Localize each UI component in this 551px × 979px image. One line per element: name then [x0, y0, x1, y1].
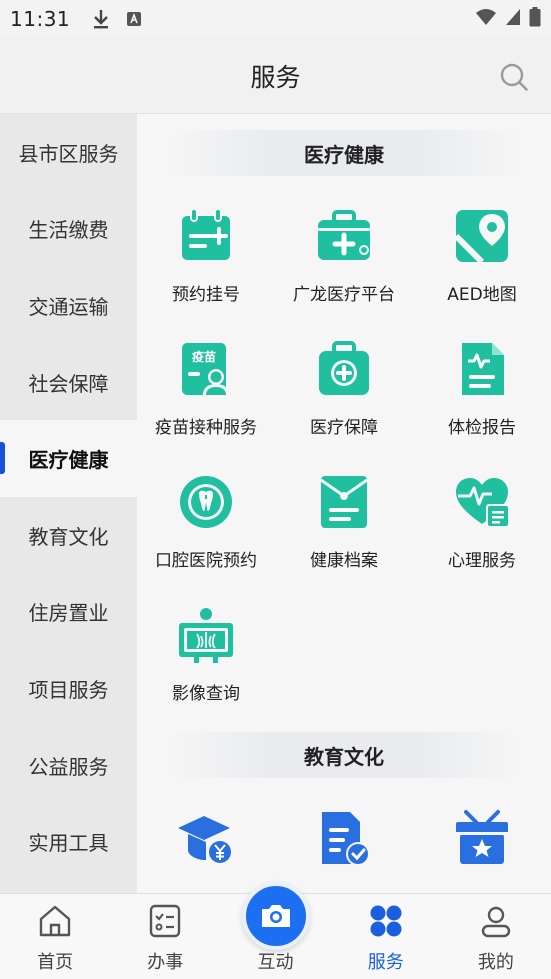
service-medical-insurance[interactable]: 医疗保障	[275, 331, 413, 464]
nav-label: 服务	[367, 952, 404, 973]
category-sidebar: 县市区服务 生活缴费 交通运输 社会保障 医疗健康 教育文化 住房置业 项目服务…	[0, 114, 137, 893]
nav-label: 互动	[257, 952, 294, 973]
sidebar-item-public-welfare[interactable]: 公益服务	[0, 727, 137, 804]
service-label: 预约挂号	[172, 285, 240, 305]
sidebar-item-label: 交通运输	[28, 294, 109, 319]
battery-icon	[529, 7, 541, 31]
status-time: 11:31	[10, 7, 71, 31]
sidebar-item-utility-payment[interactable]: 生活缴费	[0, 191, 137, 268]
sidebar-item-tools[interactable]: 实用工具	[0, 803, 137, 880]
service-label: 广龙医疗平台	[293, 285, 395, 305]
service-label: AED地图	[447, 285, 517, 305]
map-pin-icon	[452, 206, 512, 266]
report-pulse-icon	[452, 339, 512, 399]
camera-icon[interactable]	[241, 882, 310, 950]
sidebar-item-label: 实用工具	[28, 831, 109, 856]
nav-label: 我的	[477, 952, 514, 973]
gift-star-icon	[452, 808, 512, 868]
section-title-medical: 医疗健康	[168, 130, 520, 176]
nav-label: 办事	[147, 952, 184, 973]
service-label: 医疗保障	[310, 418, 378, 438]
service-label: 影像查询	[172, 684, 240, 704]
tooth-icon	[176, 472, 236, 532]
apps-icon	[367, 902, 405, 940]
vaccine-card-icon: 疫苗	[176, 339, 236, 399]
page-title: 服务	[250, 62, 301, 92]
nav-mine[interactable]: 我的	[441, 894, 551, 979]
service-psychological[interactable]: 心理服务	[413, 464, 551, 597]
sidebar-item-project-services[interactable]: 项目服务	[0, 650, 137, 727]
user-icon	[477, 902, 515, 940]
service-checkup-report[interactable]: 体检报告	[413, 331, 551, 464]
service-appointment-registration[interactable]: 预约挂号	[137, 198, 275, 331]
sidebar-item-county-services[interactable]: 县市区服务	[0, 114, 137, 191]
signal-icon	[505, 8, 521, 30]
sidebar-item-social-security[interactable]: 社会保障	[0, 344, 137, 421]
sidebar-item-label: 项目服务	[28, 677, 109, 702]
nav-home[interactable]: 首页	[0, 894, 110, 979]
first-aid-icon	[314, 339, 374, 399]
wifi-icon	[475, 8, 497, 30]
sidebar-item-label: 社会保障	[28, 371, 109, 396]
service-label: 体检报告	[448, 418, 516, 438]
service-imaging-query[interactable]: 影像查询	[137, 597, 275, 730]
section-title-education: 教育文化	[168, 732, 520, 778]
sidebar-item-label: 公益服务	[28, 754, 109, 779]
status-bar: 11:31	[0, 0, 551, 38]
nav-interact[interactable]: 互动	[220, 882, 330, 979]
sidebar-item-label: 教育文化	[28, 524, 109, 549]
sidebar-item-label: 县市区服务	[18, 141, 119, 166]
service-label: 疫苗接种服务	[155, 418, 257, 438]
service-label: 心理服务	[448, 551, 516, 571]
xray-icon	[176, 605, 236, 665]
sidebar-item-education-culture[interactable]: 教育文化	[0, 497, 137, 574]
sidebar-item-transport[interactable]: 交通运输	[0, 267, 137, 344]
calendar-plus-icon	[176, 206, 236, 266]
service-label: 健康档案	[310, 551, 378, 571]
nav-services[interactable]: 服务	[331, 894, 441, 979]
nav-affairs[interactable]: 办事	[110, 894, 220, 979]
medical-service-grid: 预约挂号 广龙医疗平台 AED地图 疫苗 疫苗接种服务 医疗保障 体检报告 口腔…	[137, 198, 551, 730]
graduation-cap-yen-icon	[176, 808, 236, 868]
bottom-navigation: 首页 办事 互动 服务 我的	[0, 882, 551, 979]
service-education-1[interactable]	[137, 800, 275, 893]
checklist-icon	[146, 902, 184, 940]
download-icon	[92, 8, 110, 30]
heart-pulse-icon	[452, 472, 512, 532]
service-aed-map[interactable]: AED地图	[413, 198, 551, 331]
service-guanglong-medical-platform[interactable]: 广龙医疗平台	[275, 198, 413, 331]
medical-kit-icon	[314, 206, 374, 266]
app-header: 服务	[0, 38, 551, 114]
education-service-grid	[137, 800, 551, 893]
search-icon[interactable]	[499, 62, 529, 92]
sidebar-item-housing[interactable]: 住房置业	[0, 574, 137, 651]
sidebar-item-label: 住房置业	[28, 601, 109, 626]
service-dental-hospital-appointment[interactable]: 口腔医院预约	[137, 464, 275, 597]
sidebar-item-label: 医疗健康	[28, 448, 109, 473]
keyboard-a-icon	[126, 11, 142, 27]
service-education-3[interactable]	[413, 800, 551, 893]
service-content: 医疗健康 预约挂号 广龙医疗平台 AED地图 疫苗 疫苗接种服务 医疗保障 体检…	[137, 114, 551, 893]
service-vaccination[interactable]: 疫苗 疫苗接种服务	[137, 331, 275, 464]
nav-label: 首页	[37, 952, 74, 973]
svg-text:疫苗: 疫苗	[192, 349, 216, 364]
service-education-2[interactable]	[275, 800, 413, 893]
document-check-icon	[314, 808, 374, 868]
service-health-records[interactable]: 健康档案	[275, 464, 413, 597]
home-icon	[36, 902, 74, 940]
sidebar-item-label: 生活缴费	[28, 218, 109, 243]
sidebar-item-medical-health[interactable]: 医疗健康	[0, 420, 137, 497]
service-label: 口腔医院预约	[155, 551, 257, 571]
file-folder-icon	[314, 472, 374, 532]
